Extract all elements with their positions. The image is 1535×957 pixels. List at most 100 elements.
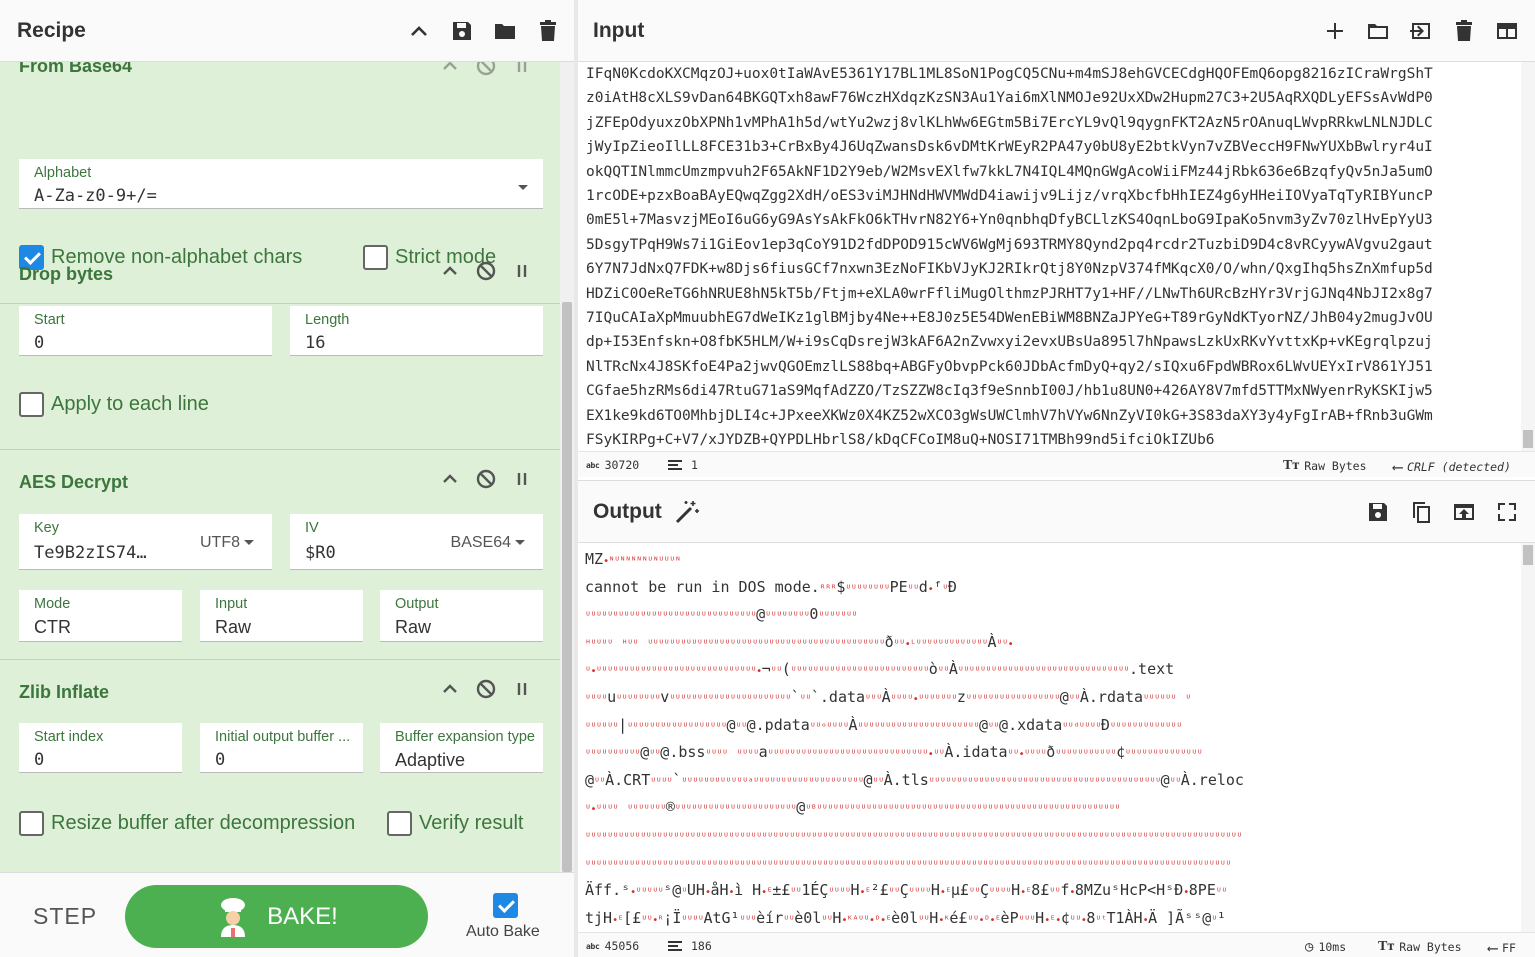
input-line: EX1ke9kd6TO0MhbjDLI4c+JPxeeXKWz0X4KZ52wX…	[586, 407, 1433, 424]
output-scrollbar[interactable]	[1521, 543, 1535, 932]
initial-buffer-field[interactable]: Initial output buffer ... 0	[200, 723, 363, 773]
length-field[interactable]: Length 16	[290, 306, 543, 356]
input-line: HDZiC0OeReTG6hNRUE8hN5kT5b/Ftjm+eXLA0wrF…	[586, 285, 1433, 302]
magic-wand-icon[interactable]	[674, 499, 700, 525]
resize-buffer-checkbox[interactable]: Resize buffer after decompression	[19, 811, 355, 836]
breakpoint-icon[interactable]	[512, 261, 532, 281]
input-line: jZFEpOdyuxzObXPNh1vMPhA1h5d/wtYu2wzj8vlK…	[586, 114, 1433, 131]
input-panel: Input IFqN0KcdoKXCMqzOJ+uox0tIaWAvE5361Y…	[578, 0, 1535, 477]
recipe-header: Recipe	[0, 0, 574, 62]
input-line: dp+I53Enfskn+O8fbK5HLM/W+i9sCqDsrejW3kAF…	[586, 334, 1433, 351]
iv-encoding-dropdown[interactable]: BASE64	[451, 534, 525, 552]
breakpoint-icon[interactable]	[512, 679, 532, 699]
operation-zlib-inflate: Zlib Inflate Start index 0 Initial outpu…	[0, 660, 560, 872]
operation-drop-bytes: Drop bytes Start 0 Length 16 Apply to ea…	[0, 242, 560, 450]
output-line: Äff.ˢ•ᵁᵁᵁᵁᵁˢ@ᵁUH•åH•ì H•ᴱ±£ᵁᵁ1ÉÇᵁᵁᵁᵁH•ᴱ²…	[585, 881, 1227, 900]
start-index-field[interactable]: Start index 0	[19, 723, 182, 773]
checkbox-unchecked-icon	[387, 811, 412, 836]
replace-input-icon[interactable]	[1452, 500, 1476, 524]
input-line: FSyKIRPg+C+V7/xJYDZB+QYPDLHbrlS8/kDqCFCo…	[586, 432, 1215, 449]
start-field[interactable]: Start 0	[19, 306, 272, 356]
output-line: ᵁᵁᵁᵁᵁᵁ|ᵁᵁᵁᵁᵁᵁᵁᵁᵁᵁᵁᵁᵁᵁᵁᵁᵁᵁ@ᵁᵁ@.pdataᵁᵁᵒᵁᵁ…	[585, 715, 1182, 734]
lines-icon	[668, 941, 682, 951]
collapse-icon[interactable]	[440, 469, 460, 489]
input-eol-button[interactable]: ⟵ CRLF (detected)	[1393, 458, 1511, 476]
input-lines: 1	[691, 458, 698, 472]
input-line: IFqN0KcdoKXCMqzOJ+uox0tIaWAvE5361Y17BL1M…	[586, 66, 1433, 82]
disable-icon[interactable]	[476, 62, 496, 76]
operation-title: Zlib Inflate	[19, 682, 109, 702]
key-field[interactable]: Key Te9B2zIS74… UTF8	[19, 514, 272, 570]
reset-layout-icon[interactable]	[1495, 19, 1519, 43]
output-line: ᵁᵁᵁᵁuᵁᵁᵁᵁᵁᵁᵁᵁvᵁᵁᵁᵁᵁᵁᵁᵁᵁᵁᵁᵁᵁᵁᵁᵁᵁᵁᵁᵁᵁᵁ`ᵁᵁ`…	[585, 687, 1191, 706]
output-line: ᵁᵁᵁᵁᵁᵁᵁᵁᵁᵁᵁᵁᵁᵁᵁᵁᵁᵁᵁᵁᵁᵁᵁᵁᵁᵁᵁᵁᵁᵁᵁᵁᵁᵁᵁᵁᵁᵁᵁᵁ…	[585, 859, 1231, 871]
output-line: tjH•ᴱ[£ᵁᵁ•ᴿ¡ÏᵁᵁᵁᵁAtG¹ᵁᵁᵁèírᵁᵁè0lᵁᵁH•ᴷᴬᵁᵁ…	[585, 908, 1226, 927]
open-folder-icon[interactable]	[1366, 19, 1390, 43]
maximize-icon[interactable]	[1495, 500, 1519, 524]
key-encoding-dropdown[interactable]: UTF8	[200, 534, 254, 552]
output-line: ᵁ•ᵁᵁᵁᵁ ᵁᵁᵁᵁᵁᵁᵁ®ᵁᵁᵁᵁᵁᵁᵁᵁᵁᵁᵁᵁᵁᵁᵁᵁᵁᵁᵁᵁᵁᵁ@ᵁᴮ…	[585, 798, 1120, 817]
operation-title: Drop bytes	[19, 264, 114, 284]
recipe-panel: Recipe From Base64 Alphabet A-Za-z0-9+/=…	[0, 0, 574, 957]
collapse-icon[interactable]	[440, 261, 460, 281]
auto-bake-label: Auto Bake	[466, 923, 540, 940]
bake-button[interactable]: BAKE!	[125, 885, 428, 948]
alphabet-field[interactable]: Alphabet A-Za-z0-9+/=	[19, 159, 543, 209]
output-line: MZ•ᴺᵁᴺᴺᴺᴺᴺᵁᴺᵁᵁᵁᴺ	[585, 550, 681, 568]
input-line: 7IQuCAIaXpMmuubhEG7dWeIKz1glBMjby4Ne++E8…	[586, 310, 1433, 327]
collapse-icon[interactable]	[440, 62, 460, 76]
output-line: cannot be run in DOS mode.ᴿᴿᴿ$ᵁᵁᵁᵁᵁᵁᵁᵁPE…	[585, 577, 957, 596]
breakpoint-icon[interactable]	[512, 62, 532, 76]
dropdown-caret-icon[interactable]	[514, 179, 528, 197]
input-scrollbar[interactable]	[1521, 62, 1535, 451]
output-eol-button[interactable]: ⟵ FF	[1488, 939, 1516, 957]
output-status-bar: abc 45056 186 ◷ 10ms Tт Raw Bytes ⟵ FF	[578, 932, 1535, 957]
input-line: jWyIpZieoIlLL8FCE31b3+CrBxBy4J6UqZwansDs…	[586, 139, 1433, 156]
input-textarea[interactable]: IFqN0KcdoKXCMqzOJ+uox0tIaWAvE5361Y17BL1M…	[578, 62, 1521, 451]
clear-input-icon[interactable]	[1452, 19, 1476, 43]
lines-icon	[668, 460, 682, 470]
output-format-field[interactable]: Output Raw	[380, 590, 543, 642]
output-text-area[interactable]: MZ•ᴺᵁᴺᴺᴺᴺᴺᵁᴺᵁᵁᵁᴺ cannot be run in DOS mod…	[578, 547, 1521, 932]
output-title: Output	[593, 499, 662, 523]
operation-title: From Base64	[19, 62, 133, 76]
clear-recipe-icon[interactable]	[536, 19, 560, 43]
recipe-scrollbar[interactable]	[560, 62, 574, 872]
collapse-all-icon[interactable]	[407, 19, 431, 43]
return-arrow-icon: ⟵	[1488, 939, 1498, 957]
disable-icon[interactable]	[476, 261, 496, 281]
step-button[interactable]: STEP	[33, 903, 97, 930]
load-recipe-icon[interactable]	[493, 19, 517, 43]
verify-result-checkbox[interactable]: Verify result	[387, 811, 523, 836]
output-line: @ᵁᵁÀ.CRTᵁᵁᵁᵁ`ᵁᵁᵁᵁᵁᵁᵁᵁᵁᵁᵁᵁᵃᵁᵁᵁᵁᵁᵁᵁᵁᵁᵁᵁᵁᵁᵁ…	[585, 770, 1244, 789]
mode-field[interactable]: Mode CTR	[19, 590, 182, 642]
input-line: 5DsgyTPqH9Ws7i1GiEov1ep3qCoY91D2fdDPOD91…	[586, 236, 1433, 253]
expansion-type-field[interactable]: Buffer expansion type Adaptive	[380, 723, 543, 773]
breakpoint-icon[interactable]	[512, 469, 532, 489]
input-line: okQQTINlmmcUmzmpvuh2F65AkNF1D2Y9eb/W2Msv…	[586, 163, 1433, 180]
length-icon: abc	[586, 460, 600, 470]
apply-each-line-checkbox[interactable]: Apply to each line	[19, 392, 209, 417]
input-length: 30720	[604, 458, 640, 472]
disable-icon[interactable]	[476, 469, 496, 489]
output-line: ᵁ•ᵁᵁᵁᵁᵁᵁᵁᵁᵁᵁᵁᵁᵁᵁᵁᵁᵁᵁᵁᵁᵁᵁᵁᵁᵁᵁᵁᵁᵁ•¬ᵁᵁ(ᵁᵁᵁᵁ…	[585, 660, 1175, 679]
copy-output-icon[interactable]	[1409, 500, 1433, 524]
auto-bake-checkbox[interactable]	[493, 893, 518, 918]
input-format-field[interactable]: Input Raw	[200, 590, 363, 642]
output-line: ᴴᵁᵁᵁᵁ ᴴᵁᵁ ᵁᵁᵁᵁᵁᵁᵁᵁᵁᵁᵁᵁᵁᵁᵁᵁᵁᵁᵁᵁᵁᵁᵁᵁᵁᵁᵁᵁᵁᵁ…	[585, 632, 1014, 651]
return-arrow-icon: ⟵	[1393, 458, 1403, 476]
disable-icon[interactable]	[476, 679, 496, 699]
input-encoding-button[interactable]: Tт Raw Bytes	[1283, 458, 1367, 474]
open-file-icon[interactable]	[1409, 19, 1433, 43]
add-tab-icon[interactable]	[1323, 19, 1347, 43]
save-recipe-icon[interactable]	[450, 19, 474, 43]
collapse-icon[interactable]	[440, 679, 460, 699]
input-line: 1rcODE+pzxBoaBAyEQwqZgg2XdH/oES3viMJHNdH…	[586, 188, 1433, 205]
iv-field[interactable]: IV $R0 BASE64	[290, 514, 543, 570]
input-line: 6Y7N7JdNxQ7FDK+w8Djs6fiusGCf7nxwn3EzNoFI…	[586, 261, 1433, 278]
output-panel: Output MZ•ᴺᵁᴺᴺᴺᴺᴺᵁᴺᵁᵁᵁᴺ cannot be run in…	[578, 480, 1535, 957]
input-status-bar: abc 30720 1 Tт Raw Bytes ⟵ CRLF (detecte…	[578, 451, 1535, 477]
save-output-icon[interactable]	[1366, 500, 1390, 524]
output-encoding-button[interactable]: Tт Raw Bytes	[1378, 939, 1462, 955]
output-header: Output	[578, 481, 1535, 543]
